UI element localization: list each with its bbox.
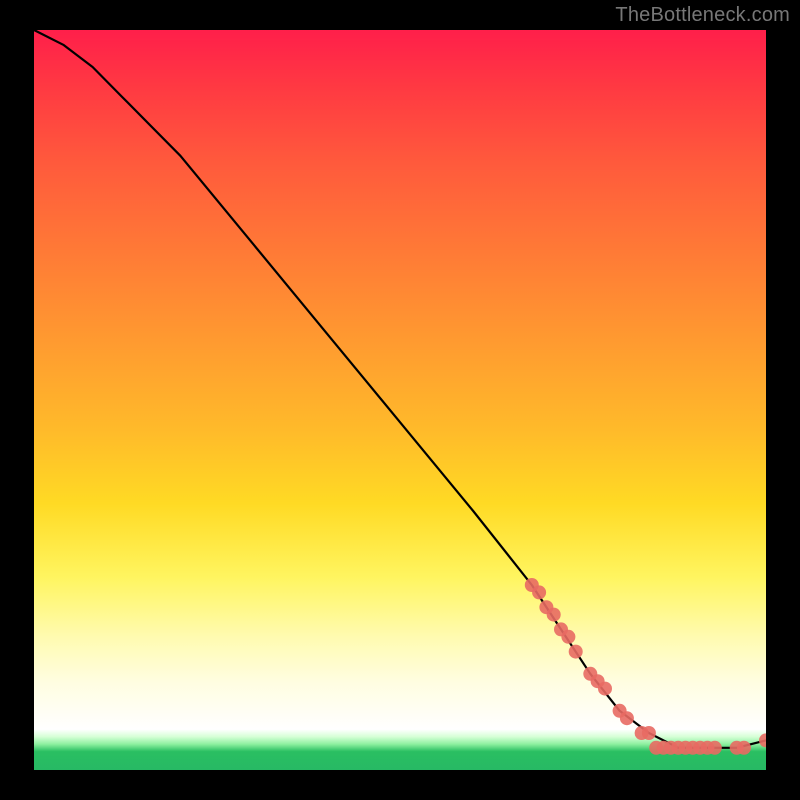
scatter-point [532, 585, 546, 599]
scatter-point [708, 741, 722, 755]
scatter-point [598, 682, 612, 696]
scatter-point [569, 645, 583, 659]
curve-line [34, 30, 766, 748]
scatter-point [642, 726, 656, 740]
scatter-point [561, 630, 575, 644]
scatter-point [620, 711, 634, 725]
scatter-point [547, 608, 561, 622]
chart-frame: TheBottleneck.com [0, 0, 800, 800]
scatter-markers [525, 578, 766, 755]
scatter-point [737, 741, 751, 755]
plot-area [34, 30, 766, 770]
chart-svg-layer [34, 30, 766, 770]
scatter-point [759, 733, 766, 747]
attribution-label: TheBottleneck.com [615, 4, 790, 27]
